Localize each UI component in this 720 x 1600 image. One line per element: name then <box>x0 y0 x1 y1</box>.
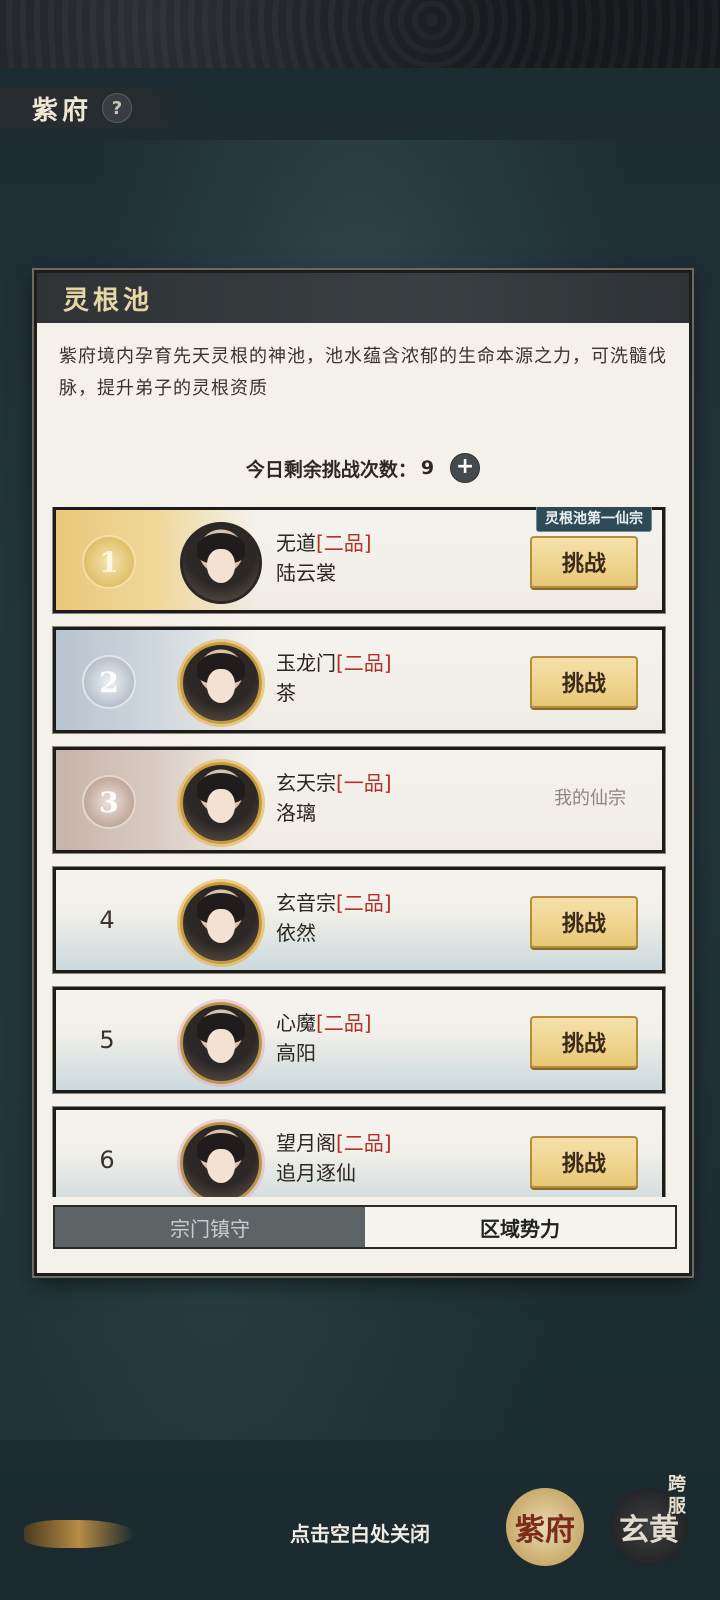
panel-description: 紫府境内孕育先天灵根的神池，池水蕴含浓郁的生命本源之力，可洗髓伐脉，提升弟子的灵… <box>59 346 667 399</box>
rank-medal-icon: 1 <box>82 535 136 589</box>
my-sect-label: 我的仙宗 <box>554 788 626 809</box>
ranking-row-5: 5 心魔[二品] 高阳 挑战 <box>53 987 665 1093</box>
page-title: 紫府 <box>32 95 93 126</box>
avatar[interactable] <box>180 1002 262 1084</box>
panel-title: 灵根池 <box>63 285 154 316</box>
zifu-button[interactable]: 紫府 <box>506 1488 584 1566</box>
help-icon[interactable]: ? <box>102 93 133 123</box>
challenge-button[interactable]: 挑战 <box>530 1016 638 1068</box>
sect-grade: [一品] <box>336 771 392 795</box>
first-sect-badge: 灵根池第一仙宗 <box>536 507 652 532</box>
avatar[interactable] <box>180 642 262 724</box>
row-info: 心魔[二品] 高阳 <box>276 1008 372 1068</box>
add-attempts-button[interactable]: + <box>450 453 481 483</box>
avatar[interactable] <box>180 522 262 604</box>
ranking-row-4: 4 玄音宗[二品] 依然 挑战 <box>53 867 665 973</box>
leader-name: 陆云裳 <box>276 561 336 585</box>
cross-server-label: 跨服 <box>668 1474 686 1517</box>
ranking-row-2: 2 玉龙门[二品] 茶 挑战 <box>53 627 665 733</box>
challenge-button[interactable]: 挑战 <box>530 656 638 708</box>
sect-name: 玄音宗 <box>276 891 336 915</box>
leader-name: 高阳 <box>276 1041 316 1065</box>
sect-grade: [二品] <box>316 1011 372 1035</box>
rank-number: 4 <box>99 906 115 934</box>
remaining-label: 今日剩余挑战次数： <box>245 458 417 481</box>
ranking-list[interactable]: 1 无道[二品] 陆云裳 挑战 灵根池第一仙宗 2 玉龙门[二品] 茶 挑战 3 <box>51 507 675 1197</box>
avatar[interactable] <box>180 882 262 964</box>
sect-name: 望月阁 <box>276 1131 336 1155</box>
tab-bar: 宗门镇守 区域势力 <box>53 1205 677 1249</box>
tab-sect-guard[interactable]: 宗门镇守 <box>55 1207 365 1247</box>
leader-name: 茶 <box>276 681 296 705</box>
leader-name: 追月逐仙 <box>276 1161 356 1185</box>
rank-medal-icon: 3 <box>82 775 136 829</box>
challenge-button[interactable]: 挑战 <box>530 1136 638 1188</box>
sect-name: 心魔 <box>276 1011 316 1035</box>
leader-name: 洛璃 <box>276 801 316 825</box>
page-title-tag: 紫府 ? <box>0 88 200 128</box>
panel-header: 灵根池 <box>37 273 689 323</box>
tab-regional-power[interactable]: 区域势力 <box>365 1207 675 1247</box>
sect-grade: [二品] <box>336 891 392 915</box>
ranking-row-3: 3 玄天宗[一品] 洛璃 我的仙宗 <box>53 747 665 853</box>
sect-name: 玉龙门 <box>276 651 336 675</box>
top-bar <box>0 0 720 68</box>
ranking-row-1: 1 无道[二品] 陆云裳 挑战 灵根池第一仙宗 <box>53 507 665 613</box>
sect-grade: [二品] <box>336 1131 392 1155</box>
challenge-button[interactable]: 挑战 <box>530 896 638 948</box>
remaining-count: 9 <box>420 457 435 479</box>
rank-medal-icon: 2 <box>82 655 136 709</box>
row-info: 望月阁[二品] 追月逐仙 <box>276 1128 392 1188</box>
sect-name: 无道 <box>276 531 316 555</box>
ranking-row-6: 6 望月阁[二品] 追月逐仙 挑战 <box>53 1107 665 1197</box>
rank-number: 5 <box>99 1026 115 1054</box>
row-info: 玉龙门[二品] 茶 <box>276 648 392 708</box>
sect-grade: [二品] <box>336 651 392 675</box>
rank-number: 6 <box>99 1146 115 1174</box>
leader-name: 依然 <box>276 921 316 945</box>
challenge-button[interactable]: 挑战 <box>530 536 638 588</box>
row-info: 无道[二品] 陆云裳 <box>276 528 372 588</box>
remaining-attempts: 今日剩余挑战次数： 9 + <box>37 453 689 483</box>
sect-name: 玄天宗 <box>276 771 336 795</box>
row-info: 玄音宗[二品] 依然 <box>276 888 392 948</box>
spirit-pool-panel: 灵根池 紫府境内孕育先天灵根的神池，池水蕴含浓郁的生命本源之力，可洗髓伐脉，提升… <box>34 270 692 1276</box>
row-info: 玄天宗[一品] 洛璃 <box>276 768 392 828</box>
avatar[interactable] <box>180 1122 262 1197</box>
sect-grade: [二品] <box>316 531 372 555</box>
avatar[interactable] <box>180 762 262 844</box>
